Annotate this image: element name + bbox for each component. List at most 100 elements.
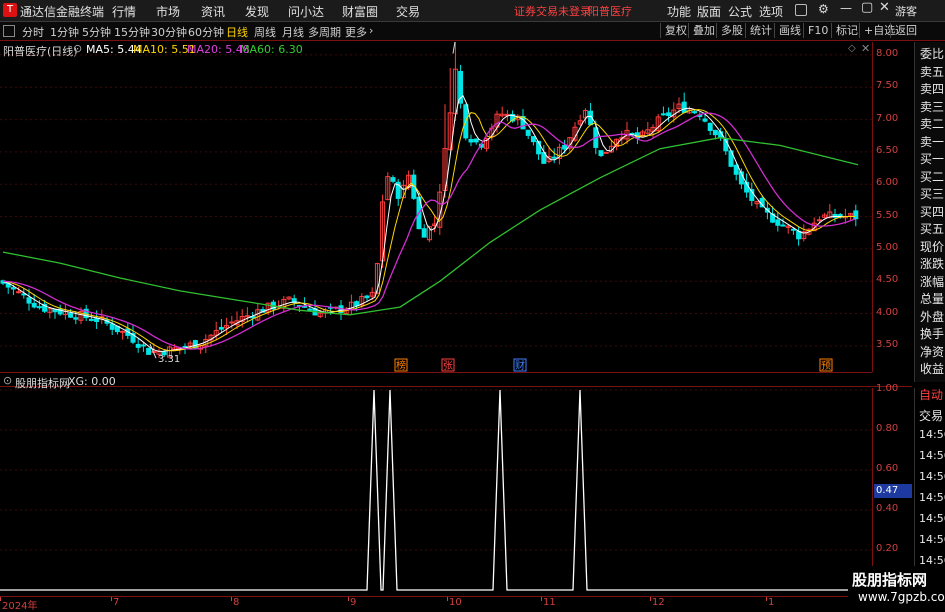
quote-field-label[interactable]: 净资 <box>920 343 944 360</box>
menu-xuanxiang[interactable]: 选项 <box>759 3 783 20</box>
candle-body <box>16 291 22 294</box>
menu-gongshi[interactable]: 公式 <box>728 3 752 20</box>
event-marker-label: 张 <box>443 360 453 372</box>
indicator-chart[interactable] <box>0 388 872 593</box>
app-logo-icon: T <box>3 3 17 17</box>
skin-icon[interactable] <box>795 4 807 16</box>
quote-field-label[interactable]: 外盘 <box>920 308 944 325</box>
login-status[interactable]: 证券交易未登录 <box>514 3 591 19</box>
candlestick-chart[interactable]: 8.30 3.31 榜 张 财 预 <box>0 42 872 372</box>
panel-divider <box>0 372 872 373</box>
quote-field-label[interactable]: 买一 <box>920 150 944 167</box>
close-icon[interactable]: ✕ <box>879 0 890 15</box>
period-fenshi[interactable]: 分时 <box>22 24 44 40</box>
quote-field-label[interactable]: 卖二 <box>920 115 944 132</box>
menu-caifuquan[interactable]: 财富圈 <box>342 3 378 20</box>
period-15min[interactable]: 15分钟 <box>114 24 150 40</box>
candle-body <box>598 150 604 157</box>
fuquan-button[interactable]: 复权 <box>660 23 691 38</box>
panel-toggle-icon[interactable] <box>3 25 15 37</box>
quote-field-label[interactable]: 涨跌 <box>920 255 944 272</box>
quote-field-label[interactable]: 卖四 <box>920 80 944 97</box>
period-1min[interactable]: 1分钟 <box>50 24 79 40</box>
period-5min[interactable]: 5分钟 <box>82 24 111 40</box>
date-tick <box>231 597 232 601</box>
price-tick-label: 6.00 <box>876 177 899 189</box>
more-chevron-icon[interactable]: › <box>369 24 373 37</box>
candle-body <box>146 347 152 355</box>
tongji-button[interactable]: 统计 <box>745 23 776 38</box>
trade-mode-label: 自动 <box>919 388 944 402</box>
candle-body <box>364 295 370 299</box>
candle-body <box>692 111 698 114</box>
price-tick-label: 7.00 <box>876 112 899 124</box>
quote-field-label[interactable]: 涨幅 <box>920 273 944 290</box>
quote-field-label[interactable]: 收益 <box>920 360 944 377</box>
period-more[interactable]: 更多 <box>345 24 367 40</box>
diejia-button[interactable]: 叠加 <box>688 23 719 38</box>
menu-jiaoyi[interactable]: 交易 <box>396 3 420 20</box>
guest-account[interactable]: 游客 <box>895 3 917 19</box>
period-multi[interactable]: 多周期 <box>308 24 341 40</box>
duogu-button[interactable]: 多股 <box>716 23 747 38</box>
date-tick-label: 9 <box>350 597 357 608</box>
trade-mode-label: 交易 <box>919 409 944 423</box>
minimize-icon[interactable]: — <box>840 1 852 15</box>
date-tick-label: 7 <box>113 597 120 608</box>
date-tick-label: 1 <box>768 597 775 608</box>
period-60min[interactable]: 60分钟 <box>188 24 224 40</box>
quote-field-label[interactable]: 买二 <box>920 168 944 185</box>
back-button[interactable]: 返回 <box>890 23 921 38</box>
date-axis: 2024年 7 8 9 10 11 12 1 <box>0 596 872 612</box>
indicator-tick-label: 1.00 <box>876 383 899 394</box>
price-tick-label: 4.00 <box>876 306 899 318</box>
tick-time: 14:56 <box>919 449 945 462</box>
biaoji-button[interactable]: 标记 <box>831 23 862 38</box>
candle-body <box>853 210 859 220</box>
menu-gongneng[interactable]: 功能 <box>667 3 691 20</box>
quote-field-label[interactable]: 委比 <box>920 45 944 62</box>
low-price-label: 3.31 <box>158 354 180 365</box>
menu-wenxiaoda[interactable]: 问小达 <box>288 3 324 20</box>
maximize-icon[interactable]: ▢ <box>861 0 873 15</box>
quote-field-label[interactable]: 买三 <box>920 185 944 202</box>
tick-time: 14:56 <box>919 428 945 441</box>
quote-field-label[interactable]: 现价 <box>920 238 944 255</box>
menu-faxian[interactable]: 发现 <box>245 3 269 20</box>
tick-time: 14:56 <box>919 533 945 546</box>
huaxian-button[interactable]: 画线 <box>774 23 805 38</box>
period-daily[interactable]: 日线 <box>226 24 248 40</box>
indicator-settings-icon[interactable]: ⊙ <box>3 374 12 387</box>
date-tick <box>0 597 1 601</box>
candle-body <box>712 129 718 136</box>
quote-field-label[interactable]: 买五 <box>920 220 944 237</box>
candle-body <box>88 318 94 321</box>
high-price-label: 8.30 <box>464 42 486 43</box>
date-tick <box>111 597 112 601</box>
current-stock-name: 阳普医疗 <box>588 5 632 18</box>
quote-field-label[interactable]: 卖三 <box>920 98 944 115</box>
menu-banmian[interactable]: 版面 <box>697 3 721 20</box>
quote-field-label[interactable]: 卖一 <box>920 133 944 150</box>
candle-body <box>473 138 479 143</box>
menu-hangqing[interactable]: 行情 <box>112 3 136 20</box>
candle-body <box>68 312 74 318</box>
period-weekly[interactable]: 周线 <box>254 24 276 40</box>
f10-button[interactable]: F10 <box>803 23 832 38</box>
candle-body <box>796 230 802 240</box>
trade-side-panel: 自动交易14:5614:5614:5614:5614:5614:5614:56 <box>914 388 945 593</box>
quote-field-label[interactable]: 买四 <box>920 203 944 220</box>
quote-field-label[interactable]: 卖五 <box>920 63 944 80</box>
settings-icon[interactable]: ⚙ <box>818 2 829 16</box>
period-monthly[interactable]: 月线 <box>282 24 304 40</box>
date-tick <box>348 597 349 601</box>
candle-body <box>660 113 666 116</box>
menu-zixun[interactable]: 资讯 <box>201 3 225 20</box>
date-tick-label: 10 <box>449 597 462 608</box>
menu-shichang[interactable]: 市场 <box>156 3 180 20</box>
quote-field-label[interactable]: 总量 <box>920 290 944 307</box>
period-30min[interactable]: 30分钟 <box>151 24 187 40</box>
candle-body <box>229 321 235 324</box>
candle-body <box>707 122 713 131</box>
quote-field-label[interactable]: 换手 <box>920 325 944 342</box>
